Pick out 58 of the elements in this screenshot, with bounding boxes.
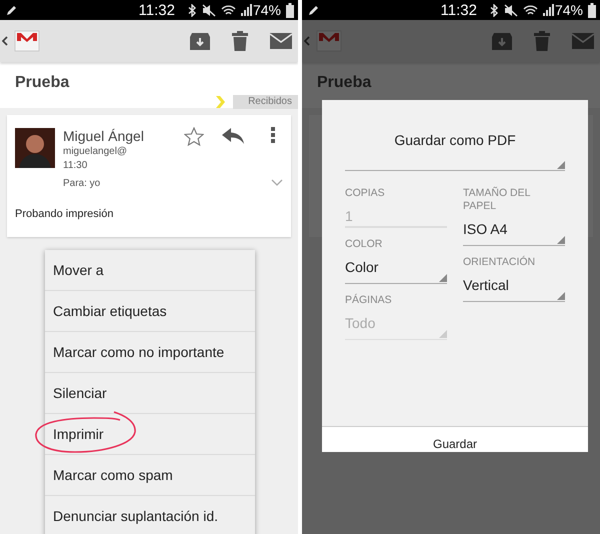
recipient-text[interactable]: Para: yo	[63, 178, 100, 189]
dropdown-field[interactable]: Vertical	[463, 275, 565, 302]
menu-item[interactable]: Marcar como no importante	[45, 332, 255, 373]
printer-dropdown[interactable]: Guardar como PDF	[345, 132, 565, 171]
pencil-icon	[308, 4, 320, 16]
menu-item[interactable]: Mover a	[45, 250, 255, 291]
dropdown-icon	[439, 330, 447, 338]
dropdown-icon	[439, 274, 447, 282]
battery-percent: 74%	[252, 2, 281, 18]
battery-percent: 74%	[554, 2, 583, 18]
back-icon[interactable]	[2, 36, 8, 46]
menu-item[interactable]: Denunciar suplantación id.	[45, 496, 255, 534]
message-time: 11:30	[63, 160, 88, 171]
avatar	[15, 128, 55, 168]
trash-icon[interactable]	[232, 31, 248, 51]
wifi-icon	[220, 4, 236, 16]
save-button[interactable]: Guardar	[322, 426, 588, 452]
envelope-icon[interactable]	[572, 33, 594, 49]
dropdown-field[interactable]: ISO A4	[463, 219, 565, 246]
field-label: COPIAS	[345, 187, 386, 200]
sender-name: Miguel Ángel	[63, 128, 144, 144]
signal-icon	[240, 4, 252, 16]
envelope-icon[interactable]	[270, 33, 292, 49]
bluetooth-icon	[490, 4, 499, 16]
reply-icon[interactable]	[222, 128, 244, 144]
message-body: Probando impresión	[15, 208, 114, 220]
battery-icon	[588, 2, 596, 18]
field-label: PÁGINAS	[345, 294, 393, 307]
trash-icon[interactable]	[534, 31, 550, 51]
field-label: COLOR	[345, 238, 384, 251]
archive-icon[interactable]	[492, 32, 512, 50]
subject-title: Prueba	[15, 74, 70, 92]
pencil-icon	[6, 4, 18, 16]
dropdown-icon	[557, 161, 565, 169]
importance-icon	[216, 96, 226, 108]
field-label: ORIENTACIÓN	[463, 256, 536, 269]
dropdown-icon	[557, 292, 565, 300]
mute-icon	[504, 4, 518, 16]
bluetooth-icon	[188, 4, 197, 16]
menu-item[interactable]: Silenciar	[45, 373, 255, 414]
wifi-icon	[522, 4, 538, 16]
clock-time: 11:32	[138, 2, 175, 18]
mail-logo[interactable]	[316, 29, 342, 53]
more-icon[interactable]	[271, 127, 275, 143]
signal-icon	[542, 4, 554, 16]
mute-icon	[202, 4, 216, 16]
menu-item[interactable]: Marcar como spam	[45, 455, 255, 496]
dropdown-field[interactable]: Color	[345, 257, 447, 284]
star-icon[interactable]	[184, 127, 204, 146]
menu-item[interactable]: Imprimir	[45, 414, 255, 455]
archive-icon[interactable]	[190, 32, 210, 50]
sender-address: miguelangel@	[63, 146, 128, 157]
menu-item[interactable]: Cambiar etiquetas	[45, 291, 255, 332]
battery-icon	[286, 2, 294, 18]
field-label: TAMAÑO DEL PAPEL	[463, 187, 532, 213]
clock-time: 11:32	[440, 2, 477, 18]
mail-logo[interactable]	[14, 29, 40, 53]
subject-title: Prueba	[317, 74, 372, 92]
